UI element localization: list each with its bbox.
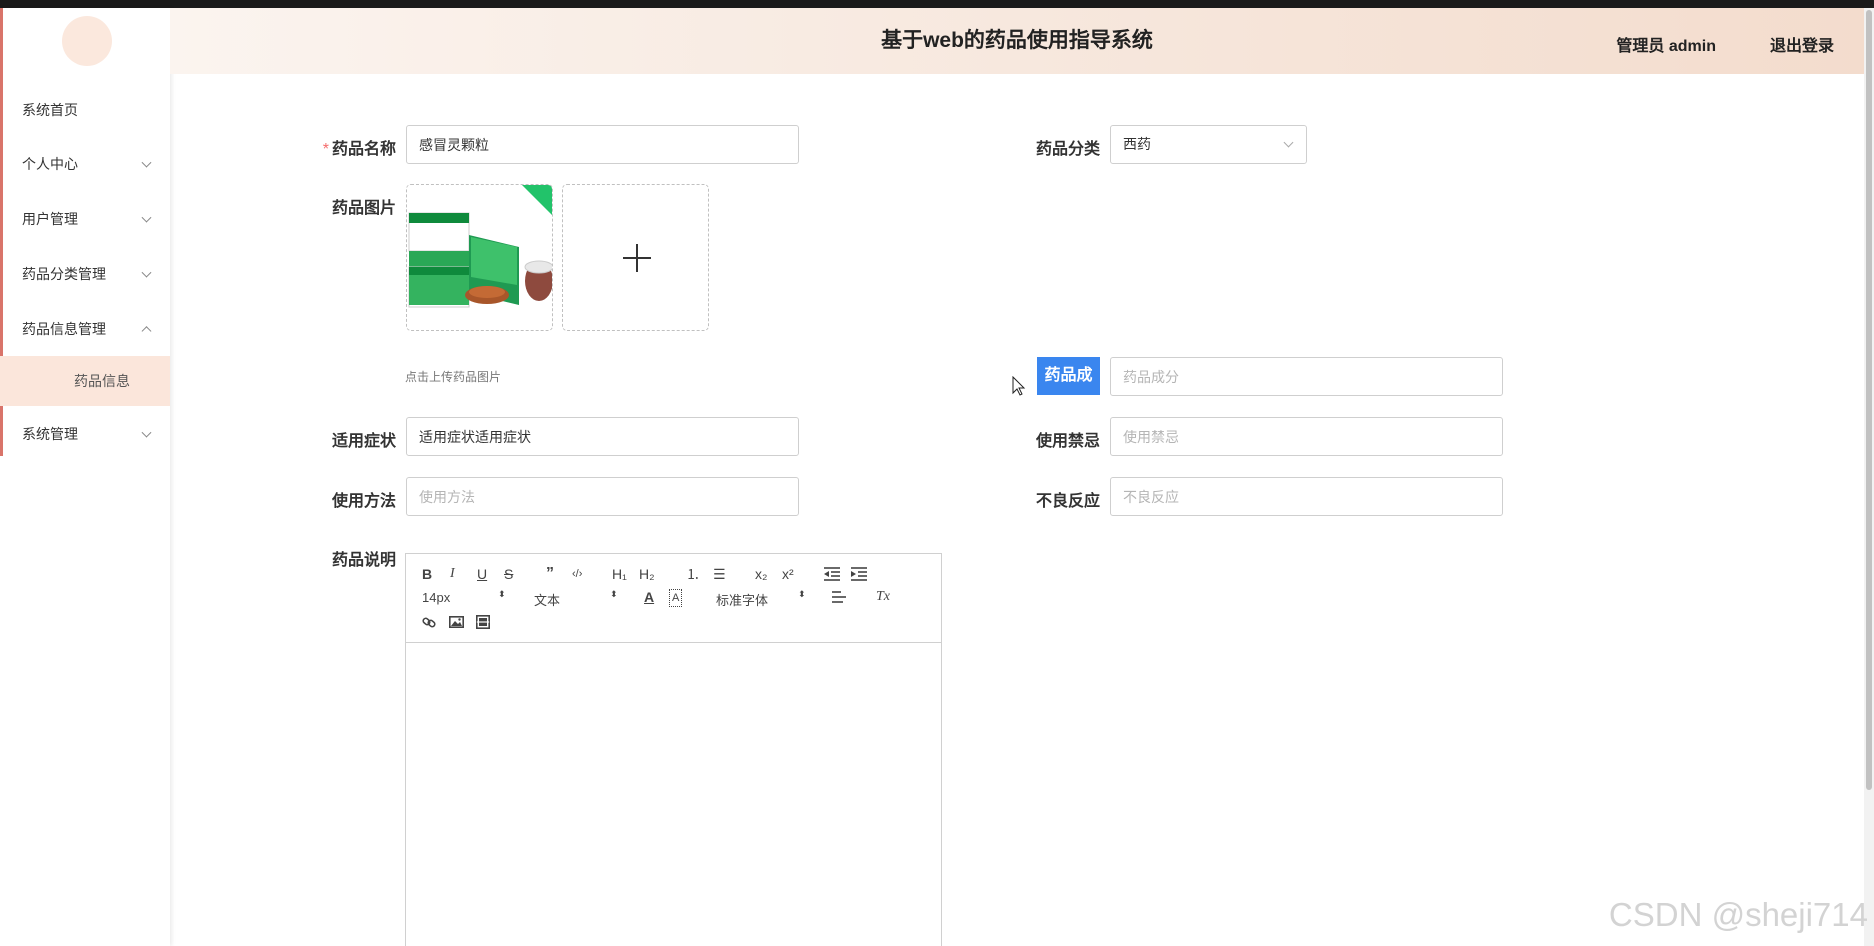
image-icon[interactable] <box>449 616 464 628</box>
superscript-icon[interactable]: x² <box>782 566 794 582</box>
sidebar-item-drug-info[interactable]: 药品信息管理 <box>0 301 170 356</box>
clear-format-icon[interactable]: Tx <box>876 589 890 605</box>
sidebar-subitem-label: 药品信息 <box>74 373 130 389</box>
page-title: 基于web的药品使用指导系统 <box>881 29 1153 52</box>
sidebar-item-personal[interactable]: 个人中心 <box>0 136 170 191</box>
sidebar-item-label: 用户管理 <box>22 210 78 227</box>
window-top-bar <box>0 0 1874 8</box>
background-color-icon[interactable]: A <box>669 589 683 607</box>
required-mark: * <box>322 141 329 158</box>
sidebar-item-home[interactable]: 系统首页 <box>0 84 170 136</box>
drug-name-input[interactable] <box>406 125 799 164</box>
font-family-select[interactable]: 标准字体 <box>716 590 768 609</box>
watermark: CSDN @sheji714 <box>1608 896 1868 933</box>
font-color-icon[interactable]: A <box>644 589 654 605</box>
select-caret-icon: ⬍ <box>610 589 618 599</box>
category-select-value: 西药 <box>1123 136 1151 152</box>
upload-trigger[interactable] <box>562 184 709 331</box>
video-icon[interactable] <box>476 615 490 629</box>
symptoms-input[interactable] <box>406 417 799 456</box>
indent-icon[interactable] <box>851 567 867 581</box>
page-scrollbar-thumb[interactable] <box>1866 10 1872 790</box>
adverse-input[interactable] <box>1110 477 1503 516</box>
avatar[interactable] <box>62 16 112 66</box>
sidebar-item-users[interactable]: 用户管理 <box>0 191 170 246</box>
chevron-down-icon <box>141 427 152 438</box>
chevron-down-icon <box>141 157 152 168</box>
category-select[interactable]: 西药 <box>1110 125 1307 164</box>
code-block-icon[interactable]: ‹/› <box>572 566 582 582</box>
blockquote-icon[interactable]: ” <box>546 566 554 582</box>
upload-hint: 点击上传药品图片 <box>405 370 502 384</box>
name-label-text: 药品名称 <box>331 141 396 158</box>
usage-label: 使用方法 <box>331 493 396 510</box>
italic-icon[interactable]: I <box>450 566 455 582</box>
logout-link[interactable]: 退出登录 <box>1770 32 1834 56</box>
name-label: * 药品名称 <box>296 135 396 159</box>
sidebar-item-drug-category[interactable]: 药品分类管理 <box>0 246 170 301</box>
adverse-label: 不良反应 <box>1035 493 1100 510</box>
sidebar-item-label: 个人中心 <box>22 155 78 172</box>
heading2-icon[interactable]: H₂ <box>639 566 655 582</box>
strikethrough-icon[interactable]: S <box>504 566 513 582</box>
chevron-up-icon <box>141 325 152 336</box>
category-label: 药品分类 <box>1035 141 1100 158</box>
bullet-list-icon[interactable]: ☰ <box>713 566 726 582</box>
uploaded-image-thumb[interactable] <box>406 184 553 331</box>
sidebar-item-label: 药品分类管理 <box>22 265 106 282</box>
sidebar-subitem-drug-info[interactable]: 药品信息 <box>0 356 170 406</box>
heading1-icon[interactable]: H₁ <box>612 566 627 582</box>
ingredients-input[interactable] <box>1110 357 1503 396</box>
sidebar-item-label: 系统管理 <box>22 425 78 442</box>
sidebar: 系统首页 个人中心 用户管理 药品分类管理 药品信息管理 药品信息 系统管理 <box>0 8 170 946</box>
select-caret-icon: ⬍ <box>798 589 806 599</box>
ordered-list-icon[interactable]: ⒈ <box>686 566 700 582</box>
image-label: 药品图片 <box>331 200 396 217</box>
header: 基于web的药品使用指导系统 管理员 admin 退出登录 <box>170 8 1864 74</box>
description-label: 药品说明 <box>331 552 396 569</box>
plus-icon-stem <box>636 244 638 272</box>
contraindications-label: 使用禁忌 <box>1035 433 1100 450</box>
ingredients-label: 药品成分 <box>1037 357 1100 422</box>
subscript-icon[interactable]: x₂ <box>755 566 767 582</box>
block-format-select[interactable]: 文本 <box>534 590 560 609</box>
contraindications-input[interactable] <box>1110 417 1503 456</box>
outdent-icon[interactable] <box>824 567 840 581</box>
editor-toolbar: B I U S ” ‹/› H₁ H₂ ⒈ ☰ x₂ x² 14px ⬍ 文本 … <box>406 554 941 643</box>
underline-icon[interactable]: U <box>477 566 487 582</box>
usage-input[interactable] <box>406 477 799 516</box>
rich-text-editor: B I U S ” ‹/› H₁ H₂ ⒈ ☰ x₂ x² 14px ⬍ 文本 … <box>405 553 942 946</box>
link-icon[interactable] <box>422 615 437 629</box>
chevron-down-icon <box>141 267 152 278</box>
bold-icon[interactable]: B <box>422 566 432 582</box>
symptoms-label: 适用症状 <box>331 433 396 450</box>
sidebar-item-label: 药品信息管理 <box>22 320 106 337</box>
sidebar-item-system[interactable]: 系统管理 <box>0 406 170 461</box>
mouse-cursor-icon <box>1012 376 1026 396</box>
select-caret-icon: ⬍ <box>498 589 506 599</box>
chevron-down-icon <box>1283 137 1294 148</box>
align-icon[interactable] <box>832 591 846 603</box>
sidebar-menu: 系统首页 个人中心 用户管理 药品分类管理 药品信息管理 药品信息 系统管理 <box>0 84 170 461</box>
chevron-down-icon <box>141 212 152 223</box>
font-size-select[interactable]: 14px <box>422 590 450 605</box>
drug-package-image <box>407 185 552 330</box>
header-user: 管理员 admin <box>1616 38 1716 55</box>
sidebar-item-label: 系统首页 <box>22 102 78 118</box>
